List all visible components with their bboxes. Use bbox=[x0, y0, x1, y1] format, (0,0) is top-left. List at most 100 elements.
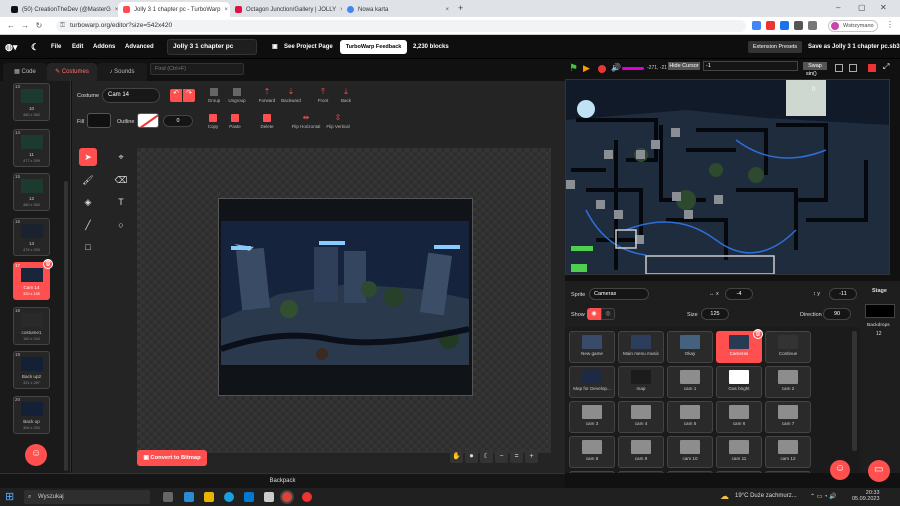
puzzle-icon[interactable] bbox=[794, 21, 803, 30]
save-as-button[interactable]: Save as Jolly 3 1 chapter pc.sb3 bbox=[808, 35, 900, 59]
see-project-icon[interactable]: ▣ bbox=[272, 35, 278, 59]
delete-button[interactable]: Delete bbox=[254, 114, 280, 134]
sprite-item[interactable]: cam 4 bbox=[618, 401, 664, 433]
convert-to-bitmap-button[interactable]: ▣ Convert to Bitmap bbox=[137, 450, 207, 466]
zoom-out-icon[interactable]: − bbox=[495, 450, 508, 463]
zoom-reset-button[interactable]: = bbox=[510, 450, 523, 463]
project-title-input[interactable]: Jolly 3 1 chapter pc bbox=[167, 39, 257, 55]
browser-tab[interactable]: Nowa karta × bbox=[342, 2, 454, 17]
sprite-item[interactable]: cam 12 bbox=[765, 436, 811, 468]
menu-advanced[interactable]: Advanced bbox=[125, 35, 154, 59]
large-stage-icon[interactable] bbox=[849, 64, 857, 72]
line-tool[interactable]: ╱ bbox=[79, 216, 97, 234]
task-view-icon[interactable] bbox=[163, 492, 173, 502]
globe-icon[interactable]: ◍▾ bbox=[5, 35, 17, 59]
close-icon[interactable]: × bbox=[224, 7, 228, 13]
menu-file[interactable]: File bbox=[51, 35, 61, 59]
brush-tool[interactable]: 🖌 bbox=[79, 171, 97, 189]
maximize-icon[interactable]: ▢ bbox=[858, 3, 866, 12]
sidebar-icon[interactable] bbox=[808, 21, 817, 30]
weather-text[interactable]: 19°C Duże zachmurz... bbox=[735, 493, 797, 499]
tray-icons[interactable]: ⌃ ▭ ◔ 🔊 bbox=[810, 493, 837, 500]
chrome-icon[interactable] bbox=[282, 492, 292, 502]
back-button[interactable]: ⤓ Back bbox=[333, 88, 359, 108]
costume-name-input[interactable]: Cam 14 bbox=[102, 88, 160, 103]
hide-cursor-button[interactable]: Hide Cursor bbox=[668, 62, 700, 70]
clock[interactable]: 20:33 05.09.2023 bbox=[852, 490, 880, 502]
theme-moon-icon[interactable]: ☾ bbox=[480, 450, 493, 463]
y-position-input[interactable]: -11 bbox=[829, 288, 857, 300]
sprite-item[interactable]: Map for Develop... bbox=[569, 366, 615, 398]
swap-button[interactable]: Swap bbox=[803, 62, 827, 70]
stop-icon[interactable] bbox=[598, 65, 606, 73]
outline-color-picker[interactable] bbox=[137, 113, 159, 128]
store-icon[interactable] bbox=[184, 492, 194, 502]
add-sprite-button[interactable]: ☺ bbox=[830, 460, 850, 480]
extension-presets-button[interactable]: Extension Presets bbox=[748, 41, 802, 53]
eraser-tool[interactable]: ⌫ bbox=[112, 171, 130, 189]
direction-input[interactable]: 90 bbox=[823, 308, 851, 320]
trash-icon[interactable]: 🗑 bbox=[43, 259, 53, 269]
sprite-item[interactable]: Okay bbox=[667, 331, 713, 363]
volume-icon[interactable]: 🔊 bbox=[611, 63, 621, 72]
sprite-item[interactable] bbox=[569, 471, 615, 473]
flip-horizontal-button[interactable]: ⇹ Flip Horizontal bbox=[288, 114, 324, 134]
show-visible-eye-icon[interactable]: ◉ bbox=[587, 308, 601, 320]
browser-tab[interactable]: Octagon Junction/Gallery | JOLLY × bbox=[230, 2, 342, 17]
sprite-item[interactable]: cam 7 bbox=[765, 401, 811, 433]
sprite-item[interactable]: cam 3 bbox=[569, 401, 615, 433]
flip-vertical-button[interactable]: ⇳ Flip Vertical bbox=[322, 114, 354, 134]
sprite-item[interactable]: cam 1 bbox=[667, 366, 713, 398]
costume-item[interactable]: 15 12 480 x 360 bbox=[13, 173, 50, 211]
browser-tab-active[interactable]: Jolly 3 1 chapter pc - TurboWarp × bbox=[118, 2, 230, 17]
backward-button[interactable]: ⇣ Backward bbox=[278, 88, 304, 108]
undo-icon[interactable]: ↶ bbox=[170, 89, 182, 102]
costume-item[interactable]: 16 13 476 x 300 bbox=[13, 218, 50, 256]
x-position-input[interactable]: -4 bbox=[725, 288, 753, 300]
feedback-button[interactable]: TurboWarp Feedback bbox=[340, 40, 407, 54]
costume-item[interactable]: 20 Back up 306 x 284 bbox=[13, 396, 50, 434]
sprite-item[interactable]: map bbox=[618, 366, 664, 398]
menu-edit[interactable]: Edit bbox=[72, 35, 83, 59]
close-icon[interactable]: × bbox=[445, 7, 449, 13]
mic-icon[interactable]: ⏺ bbox=[465, 450, 478, 463]
pause-icon[interactable]: ▶ bbox=[583, 63, 590, 74]
tab-costumes[interactable]: ✎ Costumes bbox=[47, 63, 97, 81]
redo-icon[interactable]: ↷ bbox=[183, 89, 195, 102]
fill-tool[interactable]: ◈ bbox=[79, 193, 97, 211]
size-input[interactable]: 125 bbox=[701, 308, 729, 320]
sprite-item[interactable]: cam 5 bbox=[667, 401, 713, 433]
volume-slider[interactable] bbox=[622, 67, 644, 70]
extension-red-icon[interactable] bbox=[766, 21, 775, 30]
taskbar-search[interactable]: ⌕ Wyszukaj bbox=[24, 490, 150, 504]
rectangle-tool[interactable]: □ bbox=[79, 238, 97, 256]
stage-mode-icon[interactable] bbox=[868, 64, 876, 72]
add-backdrop-button[interactable]: ▭ bbox=[868, 460, 890, 482]
sprite-item[interactable]: cam 11 bbox=[716, 436, 762, 468]
edge-icon[interactable] bbox=[224, 492, 234, 502]
select-tool[interactable]: ➤ bbox=[79, 148, 97, 166]
sprite-item[interactable]: cam 9 bbox=[618, 436, 664, 468]
extension-blue-icon[interactable] bbox=[780, 21, 789, 30]
circle-tool[interactable]: ○ bbox=[112, 216, 130, 234]
profile-button[interactable]: Wstrzymano bbox=[828, 20, 878, 32]
sprite-item-selected[interactable]: Cameras 🗑 bbox=[716, 329, 763, 363]
sprite-item[interactable]: cam 2 bbox=[765, 366, 811, 398]
costume-item[interactable]: 14 11 477 x 399 bbox=[13, 129, 50, 167]
sprite-item[interactable] bbox=[667, 471, 713, 473]
sprite-item[interactable] bbox=[716, 471, 762, 473]
text-tool[interactable]: T bbox=[112, 193, 130, 211]
fill-color-picker[interactable] bbox=[87, 113, 111, 128]
costume-item-selected[interactable]: 17 Cam 14 320 x 195 🗑 bbox=[13, 259, 53, 300]
small-stage-icon[interactable] bbox=[835, 64, 843, 72]
sprite-item[interactable]: cam 6 bbox=[716, 401, 762, 433]
file-explorer-icon[interactable] bbox=[204, 492, 214, 502]
minimize-icon[interactable]: – bbox=[836, 3, 840, 12]
stage-selector[interactable]: Stage Backdrops 12 bbox=[860, 281, 900, 473]
sprite-item[interactable]: cam 8 bbox=[569, 436, 615, 468]
kebab-menu-icon[interactable]: ⋮ bbox=[886, 20, 894, 29]
sprite-item[interactable]: Main menu music bbox=[618, 331, 664, 363]
find-input[interactable]: Find (Ctrl+F) bbox=[150, 63, 244, 75]
url-input[interactable]: ⚿ turbowarp.org/editor?size=542x420 bbox=[56, 20, 746, 32]
stage-canvas[interactable]: 0 bbox=[565, 79, 890, 275]
